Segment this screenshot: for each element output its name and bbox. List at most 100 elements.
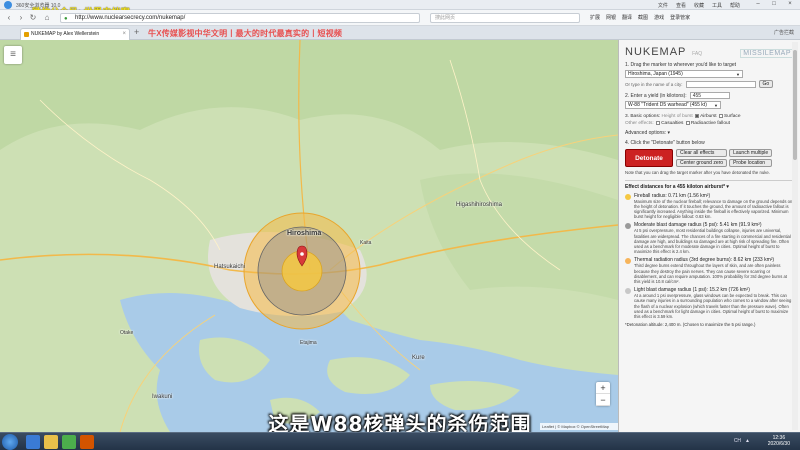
taskbar: CH ▲ 12:36 2020/6/30	[0, 432, 800, 450]
zoom-out-button[interactable]: −	[596, 394, 610, 406]
detonate-button[interactable]: Detonate	[625, 149, 673, 167]
folder-icon[interactable]	[44, 435, 58, 449]
menu-item[interactable]: 收藏	[694, 2, 704, 9]
effect-item: Moderate blast damage radius (5 psi): 5.…	[625, 222, 794, 254]
menu-bar: 文件 查看 收藏 工具 帮助	[658, 2, 740, 9]
extension-toolbar: 扩展 网银 翻译 截图 游戏 登录管家	[590, 14, 690, 21]
faq-link[interactable]: FAQ	[692, 51, 702, 57]
extension-item[interactable]: 翻译	[622, 14, 632, 21]
go-button[interactable]: Go	[758, 80, 774, 88]
menu-item[interactable]: 工具	[712, 2, 722, 9]
forward-icon[interactable]: ›	[16, 13, 26, 23]
effect-swatch	[625, 288, 631, 295]
ad-block-button[interactable]: 广告拦截	[774, 29, 794, 36]
promo-banner[interactable]: 牛X传媒影视中华文明丨最大的时代最真实的丨短视频	[148, 28, 342, 39]
surface-label: Surface	[723, 114, 741, 119]
tab-close-icon[interactable]: ×	[122, 29, 126, 40]
advanced-options-toggle[interactable]: Advanced options: ▾	[625, 130, 794, 136]
layers-icon[interactable]: ≡	[4, 46, 22, 64]
effect-description: At a around 1 psi overpressure, glass wi…	[634, 293, 792, 319]
basic-options: 3. Basic options: Height of burst Airbur…	[625, 113, 794, 127]
launch-multiple-button[interactable]: Launch multiple	[729, 149, 773, 157]
detonation-footnote: *Detonation altitude: 2,400 m. (Chosen t…	[625, 322, 756, 328]
yield-input[interactable]: 455	[689, 92, 730, 99]
effect-item: Light blast damage radius (1 psi): 15.2 …	[625, 287, 794, 319]
tray-expand-icon[interactable]: ▲	[745, 438, 750, 444]
casualties-checkbox[interactable]	[656, 120, 661, 125]
casualties-label: Casualties	[661, 121, 684, 126]
step1-label: 1. Drag the marker to wherever you'd lik…	[625, 62, 737, 68]
nukemap-panel: NUKEMAP FAQ MISSILEMAP 1. Drag the marke…	[618, 40, 800, 432]
window-controls: – □ ×	[752, 1, 796, 8]
drag-note: Note that you can drag the target marker…	[625, 170, 770, 175]
panel-scrollbar[interactable]	[792, 42, 798, 430]
refresh-icon[interactable]: ↻	[28, 13, 38, 23]
nukemap-logo[interactable]: NUKEMAP	[625, 46, 686, 58]
extension-item[interactable]: 游戏	[654, 14, 664, 21]
zoom-control: + −	[596, 382, 610, 406]
map-label-higashihiroshima: Higashihiroshima	[456, 202, 503, 208]
search-input[interactable]: 搜此网页	[430, 13, 580, 23]
close-icon[interactable]: ×	[784, 1, 796, 8]
menu-item[interactable]: 文件	[658, 2, 668, 9]
start-button-icon[interactable]	[2, 434, 18, 450]
airburst-radio[interactable]	[695, 113, 700, 118]
step3-label: 3. Basic options:	[625, 114, 661, 119]
map-label-hatsukaichi: Hatsukaichi	[214, 264, 246, 270]
airburst-label: Airburst	[700, 114, 717, 119]
back-icon[interactable]: ‹	[4, 13, 14, 23]
maximize-icon[interactable]: □	[768, 1, 780, 8]
lock-icon: ●	[64, 16, 68, 22]
map-label-iwakuni: Iwakuni	[152, 394, 173, 400]
map-label-kaita: Kaita	[360, 240, 372, 246]
menu-item[interactable]: 帮助	[730, 2, 740, 9]
system-tray: CH ▲	[734, 438, 750, 444]
fallout-checkbox[interactable]	[685, 120, 690, 125]
yield-row: 2. Enter a yield (in kilotons): 455	[625, 92, 794, 99]
clear-effects-button[interactable]: Clear all effects	[676, 149, 728, 157]
chevron-down-icon: ▼	[714, 103, 718, 108]
target-city-select[interactable]: Hiroshima, Japan (1945) ▼	[625, 70, 743, 78]
browser-icon[interactable]	[62, 435, 76, 449]
map-label-otake: Otake	[120, 330, 134, 336]
warhead-select[interactable]: W-88 "Trident D5 warhead" (455 kt) ▼	[625, 101, 721, 109]
effect-swatch	[625, 258, 631, 265]
city-prompt: Or type in the name of a city:	[625, 81, 683, 87]
panel-header: NUKEMAP FAQ MISSILEMAP	[625, 44, 794, 58]
tab-bar: NUKEMAP by Alex Wellerstein × + 牛X传媒影视中华…	[0, 26, 800, 40]
probe-location-button[interactable]: Probe location	[729, 159, 773, 167]
clock-date: 2020/6/30	[767, 441, 790, 447]
effect-description: Third degree burns extend throughout the…	[634, 263, 787, 284]
home-icon[interactable]: ⌂	[42, 13, 52, 23]
missilemap-link[interactable]: MISSILEMAP	[740, 49, 794, 58]
extension-item[interactable]: 登录管家	[670, 14, 690, 21]
media-icon[interactable]	[80, 435, 94, 449]
extension-item[interactable]: 扩展	[590, 14, 600, 21]
extension-item[interactable]: 网银	[606, 14, 616, 21]
map-view[interactable]: ≡ Hiroshima Higashihiroshima Hatsukaichi…	[0, 40, 618, 432]
extension-item[interactable]: 截图	[638, 14, 648, 21]
surface-radio[interactable]	[718, 113, 723, 118]
city-input[interactable]	[685, 80, 756, 88]
new-tab-icon[interactable]: +	[134, 27, 139, 37]
url-text: http://www.nuclearsecrecy.com/nukemap/	[75, 15, 186, 21]
zoom-in-button[interactable]: +	[596, 382, 610, 394]
ie-icon[interactable]	[26, 435, 40, 449]
map-label-etajima: Etajima	[300, 340, 317, 346]
address-bar: ‹ › ↻ ⌂ ● http://www.nuclearsecrecy.com/…	[0, 10, 800, 26]
effects-heading[interactable]: Effect distances for a 455 kiloton airbu…	[625, 179, 794, 190]
tab-nukemap[interactable]: NUKEMAP by Alex Wellerstein ×	[20, 28, 130, 40]
city-search-row: Or type in the name of a city: Go	[625, 80, 794, 88]
map-label-kure: Kure	[412, 355, 425, 361]
url-input[interactable]: ● http://www.nuclearsecrecy.com/nukemap/	[60, 13, 420, 23]
center-ground-zero-button[interactable]: Center ground zero	[676, 159, 728, 167]
minimize-icon[interactable]: –	[752, 1, 764, 8]
detonate-area: Detonate Clear all effects Launch multip…	[625, 149, 794, 167]
browser-logo-icon	[4, 1, 12, 9]
scrollbar-thumb[interactable]	[793, 50, 797, 160]
effect-item: Thermal radiation radius (3rd degree bur…	[625, 257, 794, 284]
favicon-icon	[24, 32, 29, 37]
language-indicator[interactable]: CH	[734, 438, 741, 444]
clock[interactable]: 12:36 2020/6/30	[768, 435, 790, 447]
menu-item[interactable]: 查看	[676, 2, 686, 9]
